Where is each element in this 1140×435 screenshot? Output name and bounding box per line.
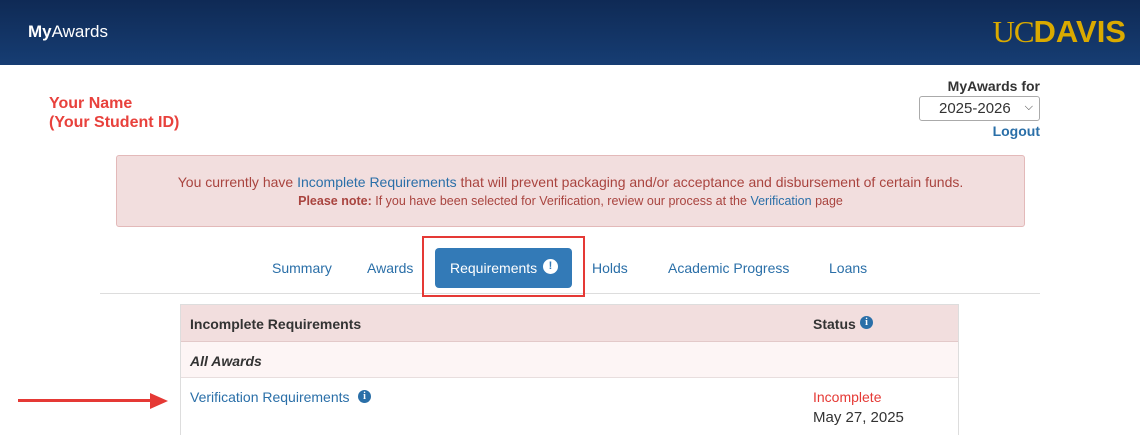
logo-uc: UC — [992, 14, 1034, 49]
tab-holds[interactable]: Holds — [592, 260, 628, 276]
student-id: (Your Student ID) — [49, 114, 180, 131]
top-header: MyAwards UCDAVIS — [0, 0, 1140, 65]
annotation-arrow — [18, 393, 168, 409]
requirement-info-icon[interactable]: i — [358, 390, 371, 403]
app-title-bold: My — [28, 22, 52, 41]
tab-loans[interactable]: Loans — [829, 260, 867, 276]
alert-line-1: You currently have Incomplete Requiremen… — [117, 174, 1024, 190]
app-title[interactable]: MyAwards — [28, 22, 108, 42]
arrow-head — [150, 393, 168, 409]
group-label-all-awards: All Awards — [190, 353, 262, 369]
header-status: Status — [813, 316, 856, 332]
chevron-down-icon: ⌵ — [1024, 101, 1033, 113]
arrow-shaft — [18, 399, 152, 402]
alert-note-label: Please note: — [298, 194, 372, 208]
status-incomplete: Incomplete — [813, 389, 882, 405]
alert-incomplete-requirements-link[interactable]: Incomplete Requirements — [297, 174, 457, 190]
student-name: Your Name — [49, 95, 133, 112]
award-year-select[interactable]: 2025-2026 ⌵ — [919, 96, 1040, 121]
annotation-highlight-box — [422, 236, 585, 297]
alert-note-after: page — [811, 194, 843, 208]
alert-note-before: If you have been selected for Verificati… — [371, 194, 751, 208]
header-incomplete-requirements: Incomplete Requirements — [190, 316, 362, 332]
student-info: Your Name (Your Student ID) — [49, 94, 179, 132]
tab-academic-progress[interactable]: Academic Progress — [668, 260, 789, 276]
status-date: May 27, 2025 — [813, 409, 904, 426]
group-row: All Awards — [181, 342, 958, 378]
alert-text-before: You currently have — [177, 174, 298, 190]
alert-text-after: that will prevent packaging and/or accep… — [456, 174, 964, 190]
verification-requirements-link[interactable]: Verification Requirements — [190, 389, 350, 405]
status-info-icon[interactable]: i — [860, 316, 873, 329]
logo-davis: DAVIS — [1033, 14, 1126, 49]
tab-awards[interactable]: Awards — [367, 260, 413, 276]
table-header-row: Incomplete Requirements Status i — [181, 305, 958, 342]
award-year-label: MyAwards for — [947, 78, 1040, 94]
ucdavis-logo[interactable]: UCDAVIS — [992, 14, 1126, 50]
app-title-rest: Awards — [51, 22, 109, 41]
award-year-value: 2025-2026 — [939, 100, 1011, 117]
tab-summary[interactable]: Summary — [272, 260, 332, 276]
alert-line-2: Please note: If you have been selected f… — [117, 194, 1024, 208]
alert-verification-link[interactable]: Verification — [750, 194, 811, 208]
table-row: Verification Requirements i Incomplete M… — [181, 378, 958, 435]
incomplete-requirements-alert: You currently have Incomplete Requiremen… — [116, 155, 1025, 227]
requirements-table: Incomplete Requirements Status i All Awa… — [180, 304, 959, 435]
logout-link[interactable]: Logout — [993, 123, 1040, 139]
award-year-panel: MyAwards for 2025-2026 ⌵ Logout — [900, 78, 1040, 139]
